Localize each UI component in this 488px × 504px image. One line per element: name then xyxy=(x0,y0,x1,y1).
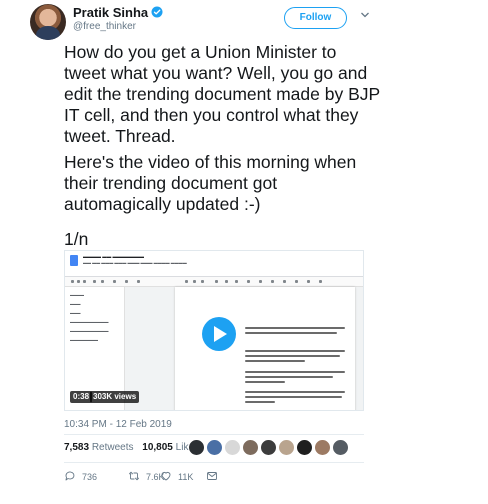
video-frame-doc-toolbar xyxy=(65,277,363,287)
verified-icon xyxy=(151,6,163,18)
video-duration: 0:38 xyxy=(70,391,93,403)
doc-title-blur: ▬▬▬▬ ▬▬ ▬▬▬▬▬▬▬ xyxy=(83,254,145,259)
divider xyxy=(64,434,364,435)
doc-menu-blur: ▬▬ ▬▬ ▬▬▬ ▬▬▬ ▬▬▬ ▬▬▬ ▬▬▬▬ ▬▬▬▬ xyxy=(83,260,187,265)
liker-avatar[interactable] xyxy=(278,439,295,456)
message-icon xyxy=(207,472,217,480)
like-count: 11K xyxy=(178,472,194,482)
liker-avatar[interactable] xyxy=(332,439,349,456)
video-frame-doc-page xyxy=(175,287,355,410)
retweets-label[interactable]: Retweets xyxy=(92,442,134,453)
liker-avatar[interactable] xyxy=(260,439,277,456)
user-name[interactable]: Pratik Sinha xyxy=(73,5,163,20)
play-icon xyxy=(214,326,227,342)
video-view-count: 303K views xyxy=(90,391,140,403)
caret-down-icon[interactable] xyxy=(360,10,370,20)
reply-count: 736 xyxy=(82,472,98,482)
doc-icon xyxy=(70,255,78,266)
liker-avatar[interactable] xyxy=(188,439,205,456)
like-icon xyxy=(161,471,171,481)
retweet-icon xyxy=(129,471,139,481)
user-handle[interactable]: @free_thinker xyxy=(73,21,136,32)
video-player[interactable]: ▬▬▬▬ ▬▬ ▬▬▬▬▬▬▬ ▬▬ ▬▬ ▬▬▬ ▬▬▬ ▬▬▬ ▬▬▬ ▬▬… xyxy=(64,250,364,411)
divider xyxy=(64,462,364,463)
retweets-count[interactable]: 7,583 xyxy=(64,442,89,453)
tweet-timestamp[interactable]: 10:34 PM - 12 Feb 2019 xyxy=(64,419,172,430)
liker-avatar[interactable] xyxy=(206,439,223,456)
like-button[interactable]: 11K xyxy=(160,470,193,484)
liker-avatar[interactable] xyxy=(224,439,241,456)
liker-avatar[interactable] xyxy=(314,439,331,456)
avatar[interactable] xyxy=(30,4,66,40)
user-name-text[interactable]: Pratik Sinha xyxy=(73,5,148,20)
tweet-text-paragraph-1: How do you get a Union Minister to tweet… xyxy=(64,42,381,146)
liker-avatar[interactable] xyxy=(242,439,259,456)
follow-button[interactable]: Follow xyxy=(284,7,347,29)
liker-avatar[interactable] xyxy=(296,439,313,456)
tweet-stats: 7,583 Retweets 10,805 Likes xyxy=(64,442,199,453)
reply-button[interactable]: 736 xyxy=(64,470,97,484)
reply-icon xyxy=(65,471,75,481)
likes-count[interactable]: 10,805 xyxy=(142,442,173,453)
tweet-card: Pratik Sinha @free_thinker Follow How do… xyxy=(0,0,488,504)
tweet-text-paragraph-2: Here's the video of this morning when th… xyxy=(64,152,357,214)
play-button[interactable] xyxy=(202,317,236,351)
tweet-text-paragraph-3: 1/n xyxy=(64,229,89,249)
direct-message-button[interactable] xyxy=(206,470,218,484)
video-frame-doc-header: ▬▬▬▬ ▬▬ ▬▬▬▬▬▬▬ ▬▬ ▬▬ ▬▬▬ ▬▬▬ ▬▬▬ ▬▬▬ ▬▬… xyxy=(65,251,363,277)
